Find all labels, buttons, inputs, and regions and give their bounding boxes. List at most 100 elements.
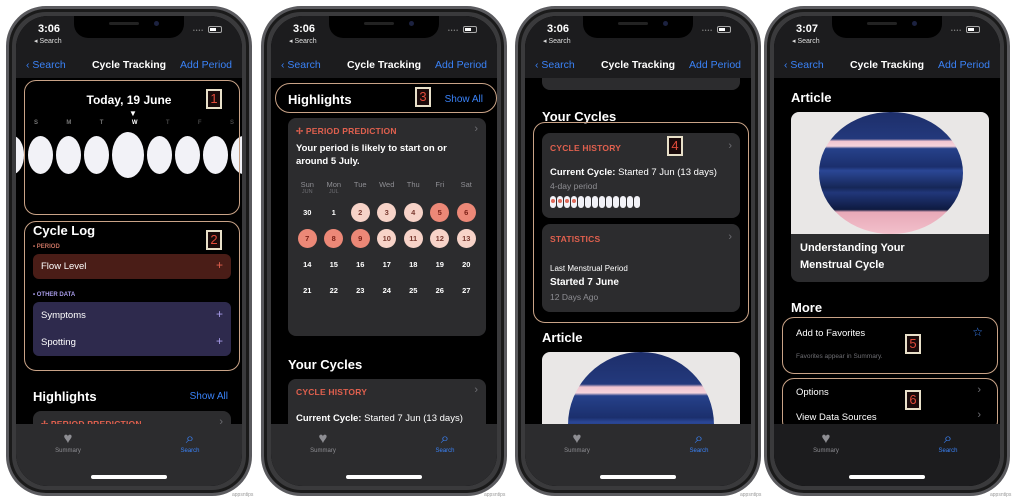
day-pill[interactable] bbox=[203, 136, 228, 174]
tab-summary[interactable]: ♥ Summary bbox=[547, 430, 607, 454]
annotation-badge: 6 bbox=[905, 390, 921, 410]
calendar-day-predicted[interactable]: 4 bbox=[400, 199, 427, 225]
calendar-day-predicted[interactable]: 11 bbox=[400, 225, 427, 251]
cycle-history-label: CYCLE HISTORY bbox=[550, 143, 622, 153]
favorites-note: Favorites appear in Summary. bbox=[796, 353, 883, 360]
day-pill[interactable] bbox=[56, 136, 81, 174]
view-data-sources-label: View Data Sources bbox=[796, 412, 877, 423]
star-icon[interactable]: ☆ bbox=[972, 325, 983, 339]
day-pill[interactable] bbox=[231, 136, 242, 174]
calendar-day-predicted[interactable]: 13 bbox=[453, 225, 480, 251]
back-button[interactable]: ‹ Search bbox=[535, 59, 575, 71]
calendar-day[interactable]: 15 bbox=[321, 251, 348, 277]
calendar-day[interactable]: 16 bbox=[347, 251, 374, 277]
calendar-day-predicted[interactable]: 10 bbox=[374, 225, 401, 251]
calendar-day-predicted[interactable]: 12 bbox=[427, 225, 454, 251]
home-indicator[interactable] bbox=[346, 475, 422, 479]
nav-bar: ‹ Search Cycle Tracking Add Period bbox=[271, 56, 497, 78]
calendar-day[interactable]: 23 bbox=[347, 277, 374, 303]
calendar-day-period[interactable]: 6 bbox=[453, 199, 480, 225]
spotting-row[interactable]: Spotting + bbox=[33, 329, 231, 356]
heart-icon: ♥ bbox=[63, 430, 73, 447]
back-button[interactable]: ‹ Search bbox=[26, 59, 66, 71]
calendar-day-period[interactable]: 7 bbox=[294, 225, 321, 251]
signal-icon: •••• bbox=[701, 28, 713, 34]
home-indicator[interactable] bbox=[91, 475, 167, 479]
current-cycle-text: Current Cycle: Started 7 Jun (13 days) bbox=[296, 413, 463, 424]
add-period-button[interactable]: Add Period bbox=[180, 59, 232, 71]
calendar-day[interactable]: 19 bbox=[427, 251, 454, 277]
month-label bbox=[453, 189, 480, 199]
options-label: Options bbox=[796, 387, 829, 398]
tab-bar: ♥ Summary ⌕ Search bbox=[16, 424, 242, 486]
home-indicator[interactable] bbox=[849, 475, 925, 479]
day-pill[interactable] bbox=[16, 136, 24, 174]
tab-search[interactable]: ⌕ Search bbox=[160, 430, 220, 454]
calendar-day-period[interactable]: 5 bbox=[427, 199, 454, 225]
day-pill[interactable] bbox=[84, 136, 109, 174]
tab-summary[interactable]: ♥ Summary bbox=[796, 430, 856, 454]
calendar-day[interactable]: 21 bbox=[294, 277, 321, 303]
tab-search[interactable]: ⌕ Search bbox=[669, 430, 729, 454]
annotation-badge: 3 bbox=[415, 87, 431, 107]
back-to-app-link[interactable]: ◂ Search bbox=[289, 37, 317, 45]
day-pill[interactable] bbox=[147, 136, 172, 174]
last-period-value: Started 7 June bbox=[550, 277, 619, 288]
status-time: 3:07 bbox=[796, 23, 819, 35]
tab-summary[interactable]: ♥ Summary bbox=[38, 430, 98, 454]
month-label: JUN bbox=[301, 189, 313, 195]
calendar-day[interactable]: 25 bbox=[400, 277, 427, 303]
add-period-button[interactable]: Add Period bbox=[689, 59, 741, 71]
calendar-day[interactable]: 30 bbox=[294, 199, 321, 225]
tab-search[interactable]: ⌕ Search bbox=[415, 430, 475, 454]
back-button[interactable]: ‹ Search bbox=[281, 59, 321, 71]
calendar-day-predicted[interactable]: 2 bbox=[347, 199, 374, 225]
chevron-right-icon: › bbox=[728, 231, 732, 243]
calendar-day[interactable]: 17 bbox=[374, 251, 401, 277]
add-period-button[interactable]: Add Period bbox=[938, 59, 990, 71]
watermark: appsntips bbox=[232, 492, 254, 498]
statistics-card[interactable]: STATISTICS › Last Menstrual Period Start… bbox=[542, 224, 740, 312]
calendar-day[interactable]: 27 bbox=[453, 277, 480, 303]
back-to-app-link[interactable]: ◂ Search bbox=[543, 37, 571, 45]
highlights-title: Highlights bbox=[288, 92, 352, 107]
calendar-day[interactable]: 26 bbox=[427, 277, 454, 303]
home-indicator[interactable] bbox=[600, 475, 676, 479]
flow-level-row[interactable]: Flow Level + bbox=[33, 254, 231, 279]
battery-icon bbox=[717, 26, 731, 33]
notch bbox=[329, 16, 439, 38]
calendar-day[interactable]: 14 bbox=[294, 251, 321, 277]
calendar-day[interactable]: 18 bbox=[400, 251, 427, 277]
statistics-label: STATISTICS bbox=[550, 234, 601, 244]
chevron-right-icon: › bbox=[474, 123, 478, 135]
add-period-button[interactable]: Add Period bbox=[435, 59, 487, 71]
calendar-day[interactable]: 20 bbox=[453, 251, 480, 277]
weekday-label: S bbox=[229, 120, 234, 126]
battery-icon bbox=[463, 26, 477, 33]
day-number: 4 bbox=[403, 202, 423, 222]
back-to-app-link[interactable]: ◂ Search bbox=[792, 37, 820, 45]
period-prediction-card[interactable]: ✢ PERIOD PREDICTION › Your period is lik… bbox=[288, 118, 486, 336]
show-all-link[interactable]: Show All bbox=[190, 391, 228, 402]
article-card[interactable]: Understanding Your Menstrual Cycle bbox=[791, 112, 989, 282]
day-pill[interactable] bbox=[175, 136, 200, 174]
weekday-header: Thu bbox=[406, 180, 420, 189]
calendar-day-period[interactable]: 8 bbox=[321, 225, 348, 251]
cycle-history-card[interactable]: CYCLE HISTORY › Current Cycle: Started 7… bbox=[542, 133, 740, 218]
calendar-day[interactable]: 1 bbox=[321, 199, 348, 225]
calendar-day[interactable]: 22 bbox=[321, 277, 348, 303]
tab-summary[interactable]: ♥ Summary bbox=[293, 430, 353, 454]
calendar-day-predicted[interactable]: 3 bbox=[374, 199, 401, 225]
back-button[interactable]: ‹ Search bbox=[784, 59, 824, 71]
options-row[interactable]: Options › bbox=[791, 381, 989, 405]
calendar-day[interactable]: 24 bbox=[374, 277, 401, 303]
calendar-day-period[interactable]: 9 bbox=[347, 225, 374, 251]
day-pill[interactable] bbox=[28, 136, 53, 174]
tab-search[interactable]: ⌕ Search bbox=[918, 430, 978, 454]
day-pill-today[interactable] bbox=[112, 132, 144, 178]
add-to-favorites-row[interactable]: Add to Favorites ☆ Favorites appear in S… bbox=[791, 322, 989, 370]
symptoms-row[interactable]: Symptoms + bbox=[33, 302, 231, 329]
month-label: JUL bbox=[328, 189, 339, 195]
show-all-link[interactable]: Show All bbox=[445, 94, 483, 105]
back-to-app-link[interactable]: ◂ Search bbox=[34, 37, 62, 45]
